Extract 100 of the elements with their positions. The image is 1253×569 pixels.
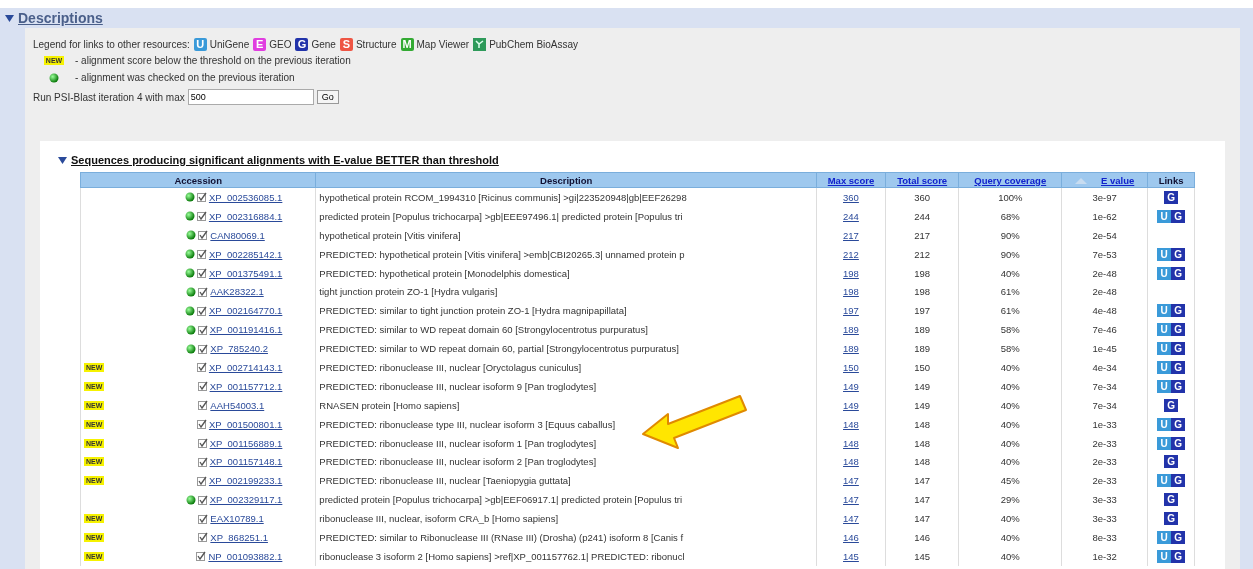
- accession-link[interactable]: XP_002199233.1: [208, 475, 283, 487]
- accession-link[interactable]: CAN80069.1: [210, 229, 283, 241]
- resource-link-icon[interactable]: G: [1171, 474, 1186, 488]
- accession-link[interactable]: XP_001156889.1: [209, 437, 283, 449]
- resource-link-icon[interactable]: G: [1164, 512, 1179, 526]
- accession-link[interactable]: XP_001375491.1: [208, 267, 283, 279]
- resource-link-icon[interactable]: G: [1171, 417, 1186, 431]
- score-value-link[interactable]: 147: [843, 513, 859, 525]
- max-field[interactable]: 500: [187, 89, 314, 105]
- score-value-link[interactable]: 189: [843, 343, 859, 355]
- total-score-cell: 146: [885, 528, 959, 547]
- total-score-cell: 198: [885, 263, 959, 283]
- score-value-link[interactable]: 198: [843, 286, 859, 298]
- resource-link-icon[interactable]: G: [1171, 304, 1186, 318]
- resource-link-icon[interactable]: G: [1171, 323, 1186, 337]
- checkbox[interactable]: [198, 513, 209, 524]
- total-score-cell: 360: [885, 187, 959, 207]
- coverage-cell: 40%: [958, 263, 1062, 283]
- score-value-link[interactable]: 149: [843, 380, 859, 392]
- accession-link[interactable]: XP_002329117.1: [209, 494, 283, 506]
- resource-link-icon[interactable]: G: [1171, 549, 1186, 563]
- checkbox[interactable]: [196, 475, 207, 486]
- coverage-cell: 29%: [958, 490, 1062, 510]
- resource-link-icon[interactable]: G: [1171, 247, 1186, 261]
- accession-link[interactable]: XP_002164770.1: [208, 305, 283, 317]
- checkbox[interactable]: [196, 268, 207, 278]
- checkbox[interactable]: [196, 551, 207, 562]
- legend-label: Legend for links to other resources:: [33, 38, 190, 50]
- accession-link[interactable]: XP_001157712.1: [209, 380, 283, 392]
- score-value-link[interactable]: 147: [843, 475, 859, 487]
- accession-link[interactable]: XP_002285142.1: [208, 248, 283, 260]
- e-value-cell: 4e-48: [1061, 301, 1148, 321]
- checkbox[interactable]: [196, 192, 207, 203]
- resource-link-icon[interactable]: G: [1171, 530, 1186, 544]
- description-cell: PREDICTED: hypothetical protein [Vitis vinifera] >emb|CBI20265.3| unnamed protein p: [315, 244, 817, 264]
- score-value-link[interactable]: 148: [843, 437, 859, 449]
- coverage-cell: 40%: [958, 395, 1062, 415]
- resource-link-icon[interactable]: G: [1164, 190, 1179, 204]
- accession-link[interactable]: AAH54003.1: [210, 399, 283, 411]
- score-value-link[interactable]: 150: [843, 361, 859, 373]
- go-button[interactable]: Go: [316, 90, 339, 104]
- description-cell: predicted protein [Populus trichocarpa] >gb|EEF06917.1| predicted protein [Populus tri: [315, 490, 817, 510]
- checkbox[interactable]: [197, 381, 208, 392]
- accession-link[interactable]: XP_785240.2: [210, 343, 283, 355]
- score-value-link[interactable]: 244: [843, 210, 859, 222]
- accession-link[interactable]: XP_002714143.1: [208, 361, 283, 373]
- checkbox[interactable]: [198, 400, 209, 411]
- resource-link-icon[interactable]: G: [1171, 342, 1186, 356]
- score-value-link[interactable]: 217: [843, 229, 859, 241]
- accession-link[interactable]: XP_001157148.1: [209, 456, 283, 468]
- checkbox[interactable]: [197, 456, 208, 467]
- checkbox[interactable]: [197, 494, 208, 505]
- checkbox[interactable]: [198, 532, 209, 543]
- total-score-cell: 198: [885, 282, 959, 302]
- resource-link-icon[interactable]: G: [1164, 493, 1179, 507]
- collapse-icon[interactable]: [5, 13, 14, 23]
- score-value-link[interactable]: 147: [843, 494, 859, 506]
- checkbox[interactable]: [196, 249, 207, 260]
- total-score-cell: 197: [885, 301, 959, 321]
- checkbox[interactable]: [197, 438, 208, 448]
- score-value-link[interactable]: 198: [843, 267, 859, 279]
- score-value-link[interactable]: 148: [843, 456, 859, 468]
- accession-link[interactable]: NP_001093882.1: [208, 550, 283, 562]
- subsection-title[interactable]: Sequences producing significant alignments with E-value BETTER than threshold: [71, 154, 499, 166]
- accession-link[interactable]: XP_002316884.1: [208, 210, 283, 222]
- collapse-icon[interactable]: [58, 155, 67, 165]
- accession-link[interactable]: XP_001191416.1: [209, 324, 283, 336]
- resource-link-icon[interactable]: G: [1171, 436, 1186, 450]
- checkbox[interactable]: [196, 211, 207, 222]
- section-title[interactable]: Descriptions: [18, 10, 103, 26]
- column-header: Links: [1158, 174, 1184, 186]
- resource-link-icon[interactable]: G: [1171, 266, 1186, 280]
- checkbox[interactable]: [197, 324, 208, 335]
- resource-link-icon[interactable]: G: [1171, 360, 1186, 374]
- accession-link[interactable]: AAK28322.1: [210, 286, 283, 298]
- ball-icon: [185, 494, 196, 505]
- checkbox[interactable]: [196, 305, 207, 316]
- accession-link[interactable]: XP_001500801.1: [208, 418, 283, 430]
- accession-link[interactable]: EAX10789.1: [210, 513, 283, 525]
- checkbox[interactable]: [198, 286, 209, 297]
- checkbox[interactable]: [196, 362, 207, 373]
- resource-link-icon[interactable]: G: [1164, 398, 1179, 412]
- resource-link-icon[interactable]: G: [1164, 455, 1179, 469]
- score-value-link[interactable]: 148: [843, 418, 859, 430]
- score-value-link[interactable]: 360: [843, 191, 859, 203]
- checkbox[interactable]: [196, 419, 207, 430]
- e-value-cell: 1e-32: [1061, 546, 1148, 566]
- description-cell: predicted protein [Populus trichocarpa] >gb|EEE97496.1| predicted protein [Populus tri: [315, 206, 817, 226]
- score-value-link[interactable]: 145: [843, 550, 859, 562]
- accession-link[interactable]: XP_868251.1: [210, 531, 283, 543]
- score-value-link[interactable]: 197: [843, 305, 859, 317]
- score-value-link[interactable]: 146: [843, 531, 859, 543]
- score-value-link[interactable]: 149: [843, 399, 859, 411]
- resource-link-icon[interactable]: G: [1171, 209, 1186, 223]
- score-value-link[interactable]: 212: [843, 248, 859, 260]
- resource-link-icon[interactable]: G: [1171, 379, 1186, 393]
- score-value-link[interactable]: 189: [843, 324, 859, 336]
- checkbox[interactable]: [198, 343, 209, 354]
- accession-link[interactable]: XP_002536085.1: [208, 191, 283, 203]
- checkbox[interactable]: [198, 230, 209, 241]
